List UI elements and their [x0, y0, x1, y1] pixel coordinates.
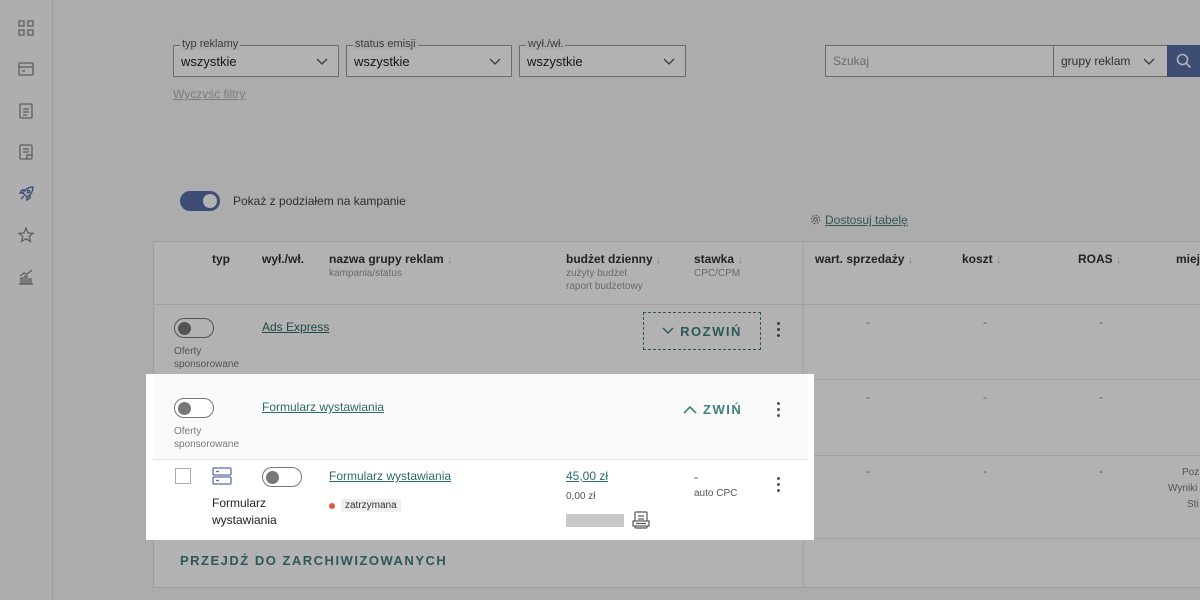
header-sales[interactable]: wart. sprzedaży ↓: [815, 252, 913, 266]
archived-link[interactable]: PRZEJDŹ DO ZARCHIWIZOWANYCH: [180, 553, 447, 568]
search-input[interactable]: Szukaj: [825, 45, 1054, 77]
placement-value: Wyniki: [1168, 483, 1198, 494]
header-onoff: wył./wł.: [262, 252, 305, 266]
search-icon: [1176, 53, 1191, 69]
ad-group-link[interactable]: Ads Express: [262, 320, 329, 334]
expand-button[interactable]: ROZWIŃ: [643, 312, 761, 350]
row-type-label: sponsorowane: [174, 359, 240, 370]
chevron-up-icon: [683, 405, 697, 414]
header-budget-sub2: raport budżetowy: [566, 281, 643, 292]
roas-value: -: [1099, 390, 1103, 404]
sales-value: -: [866, 315, 870, 329]
on-off-filter[interactable]: wył./wł. wszystkie: [519, 38, 686, 77]
customize-table-label: Dostosuj tabelę: [825, 213, 908, 227]
header-bid[interactable]: stawka ↓: [694, 252, 743, 266]
row-toggle[interactable]: [174, 318, 214, 338]
roas-value: -: [1099, 315, 1103, 329]
customize-table-link[interactable]: Dostosuj tabelę: [810, 213, 908, 227]
sub-type-label: wystawiania: [212, 513, 277, 527]
campaign-icon[interactable]: [16, 59, 36, 79]
status-badge: zatrzymana: [329, 499, 401, 512]
chevron-down-icon: [662, 327, 674, 335]
dashboard-icon[interactable]: [16, 18, 36, 38]
search-button[interactable]: [1167, 45, 1200, 77]
ad-group-link[interactable]: Formularz wystawiania: [329, 469, 451, 483]
server-icon: [212, 467, 232, 485]
ad-type-legend: typ reklamy: [180, 38, 241, 50]
chevron-down-icon: [489, 58, 501, 65]
header-roas[interactable]: ROAS ↓: [1078, 252, 1122, 266]
highlighted-rows: Oferty sponsorowane Formularz wystawiani…: [146, 374, 814, 540]
on-off-legend: wył./wł.: [526, 38, 566, 50]
row-toggle[interactable]: [174, 398, 214, 418]
row-type-label: sponsorowane: [174, 439, 240, 450]
collapse-button[interactable]: ZWIŃ: [683, 402, 742, 417]
campaign-split-label: Pokaż z podziałem na kampanie: [233, 194, 406, 208]
header-cost[interactable]: koszt ↓: [962, 252, 1002, 266]
collapse-label: ZWIŃ: [703, 402, 743, 417]
row-menu-icon[interactable]: [777, 322, 781, 338]
placement-value: Sti: [1187, 499, 1199, 510]
search-scope-select[interactable]: grupy reklam: [1053, 45, 1168, 77]
status-text: zatrzymana: [341, 499, 401, 512]
sales-value: -: [866, 390, 870, 404]
search-scope-value: grupy reklam: [1061, 54, 1131, 68]
ad-type-filter[interactable]: typ reklamy wszystkie: [173, 38, 339, 77]
sub-row-toggle[interactable]: [262, 467, 302, 487]
gear-icon: [810, 214, 821, 225]
cost-value: -: [983, 390, 987, 404]
report-icon[interactable]: [632, 511, 650, 529]
roas-value: -: [1099, 464, 1103, 478]
row-menu-icon[interactable]: [777, 477, 781, 493]
header-place: miej: [1176, 252, 1200, 266]
header-type: typ: [212, 252, 230, 266]
row-menu-icon[interactable]: [777, 402, 781, 418]
sidebar: [0, 0, 53, 600]
search-placeholder: Szukaj: [833, 54, 870, 68]
daily-budget-link[interactable]: 45,00 zł: [566, 469, 608, 483]
row-checkbox[interactable]: [175, 468, 191, 484]
chevron-down-icon: [316, 58, 328, 65]
cost-value: -: [983, 315, 987, 329]
emission-status-value: wszystkie: [354, 54, 410, 69]
chevron-down-icon: [663, 58, 675, 65]
cost-value: -: [983, 464, 987, 478]
document-icon[interactable]: [16, 142, 36, 162]
header-name-sub: kampania/status: [329, 268, 402, 279]
header-name[interactable]: nazwa grupy reklam ↓: [329, 252, 453, 266]
sales-value: -: [866, 464, 870, 478]
emission-status-legend: status emisji: [353, 38, 418, 50]
campaign-split-toggle[interactable]: [180, 191, 220, 211]
expand-label: ROZWIŃ: [680, 323, 742, 339]
ad-type-value: wszystkie: [181, 54, 237, 69]
chevron-down-icon: [1143, 58, 1155, 65]
spent-budget: 0,00 zł: [566, 491, 596, 502]
ad-group-row: Oferty sponsorowane Formularz wystawiani…: [153, 374, 808, 460]
sub-type-label: Formularz: [212, 496, 267, 510]
row-divider: [154, 304, 1200, 305]
bid-type: auto CPC: [694, 488, 738, 499]
header-budget-sub1: zużyty budżet: [566, 268, 628, 279]
on-off-value: wszystkie: [527, 54, 583, 69]
emission-status-filter[interactable]: status emisji wszystkie: [346, 38, 512, 77]
row-type-label: Oferty: [174, 426, 202, 437]
header-budget[interactable]: budżet dzienny ↓: [566, 252, 662, 266]
budget-report-bar: [566, 514, 624, 527]
clear-filters-link[interactable]: Wyczyść filtry: [173, 87, 246, 101]
row-type-label: Oferty: [174, 346, 202, 357]
report-icon[interactable]: [16, 101, 36, 121]
stats-icon[interactable]: [16, 267, 36, 287]
star-icon[interactable]: [16, 225, 36, 245]
bid-value: -: [694, 470, 698, 484]
header-bid-sub: CPC/CPM: [694, 268, 741, 279]
ad-group-link[interactable]: Formularz wystawiania: [262, 400, 384, 414]
status-dot: [329, 502, 335, 509]
rocket-icon[interactable]: [16, 184, 36, 204]
placement-value: Poz: [1182, 467, 1200, 478]
